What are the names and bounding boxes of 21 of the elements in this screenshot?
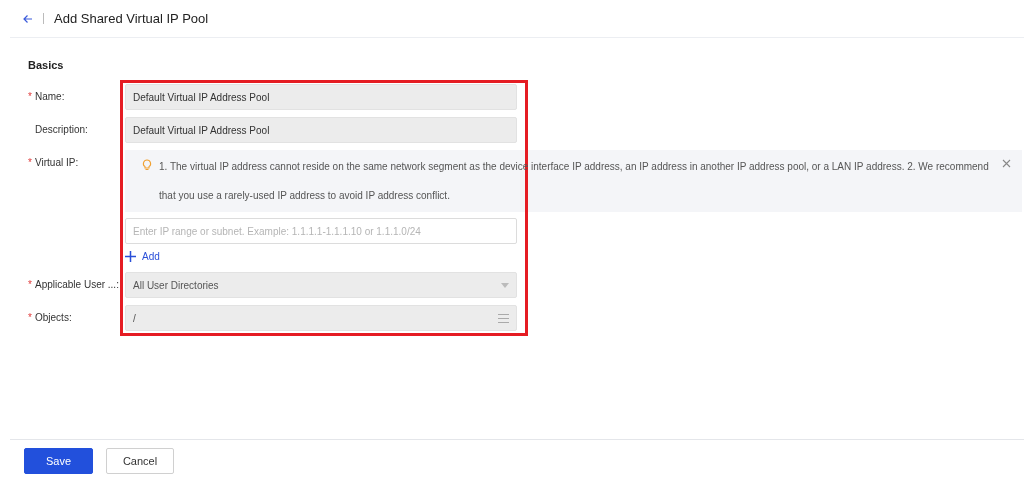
field-label: Virtual IP: <box>35 157 79 170</box>
plus-icon <box>125 251 136 262</box>
dropdown-caret-icon <box>501 282 509 288</box>
required-asterisk: * <box>28 91 33 104</box>
field-label: Applicable User ...: <box>35 279 119 292</box>
ip-range-input[interactable]: Enter IP range or subnet. Example: 1.1.1.1-1.1.1.10 or 1.1.1.0/24 <box>125 218 517 244</box>
required-asterisk: * <box>28 279 33 292</box>
field-label: Objects: <box>35 312 72 325</box>
lightbulb-icon <box>142 159 152 171</box>
section-title: Basics <box>28 59 65 71</box>
close-icon[interactable] <box>1002 159 1011 168</box>
save-button[interactable]: Save <box>24 448 93 474</box>
add-link[interactable]: Add <box>125 251 160 262</box>
back-arrow-icon[interactable] <box>23 13 33 24</box>
required-asterisk: * <box>28 157 33 170</box>
field-label: Description: <box>35 124 88 137</box>
required-asterisk: * <box>28 312 33 325</box>
list-icon <box>498 313 509 323</box>
field-label: Name: <box>35 91 65 104</box>
cancel-button[interactable]: Cancel <box>106 448 174 474</box>
page-title: Add Shared Virtual IP Pool <box>54 11 209 26</box>
